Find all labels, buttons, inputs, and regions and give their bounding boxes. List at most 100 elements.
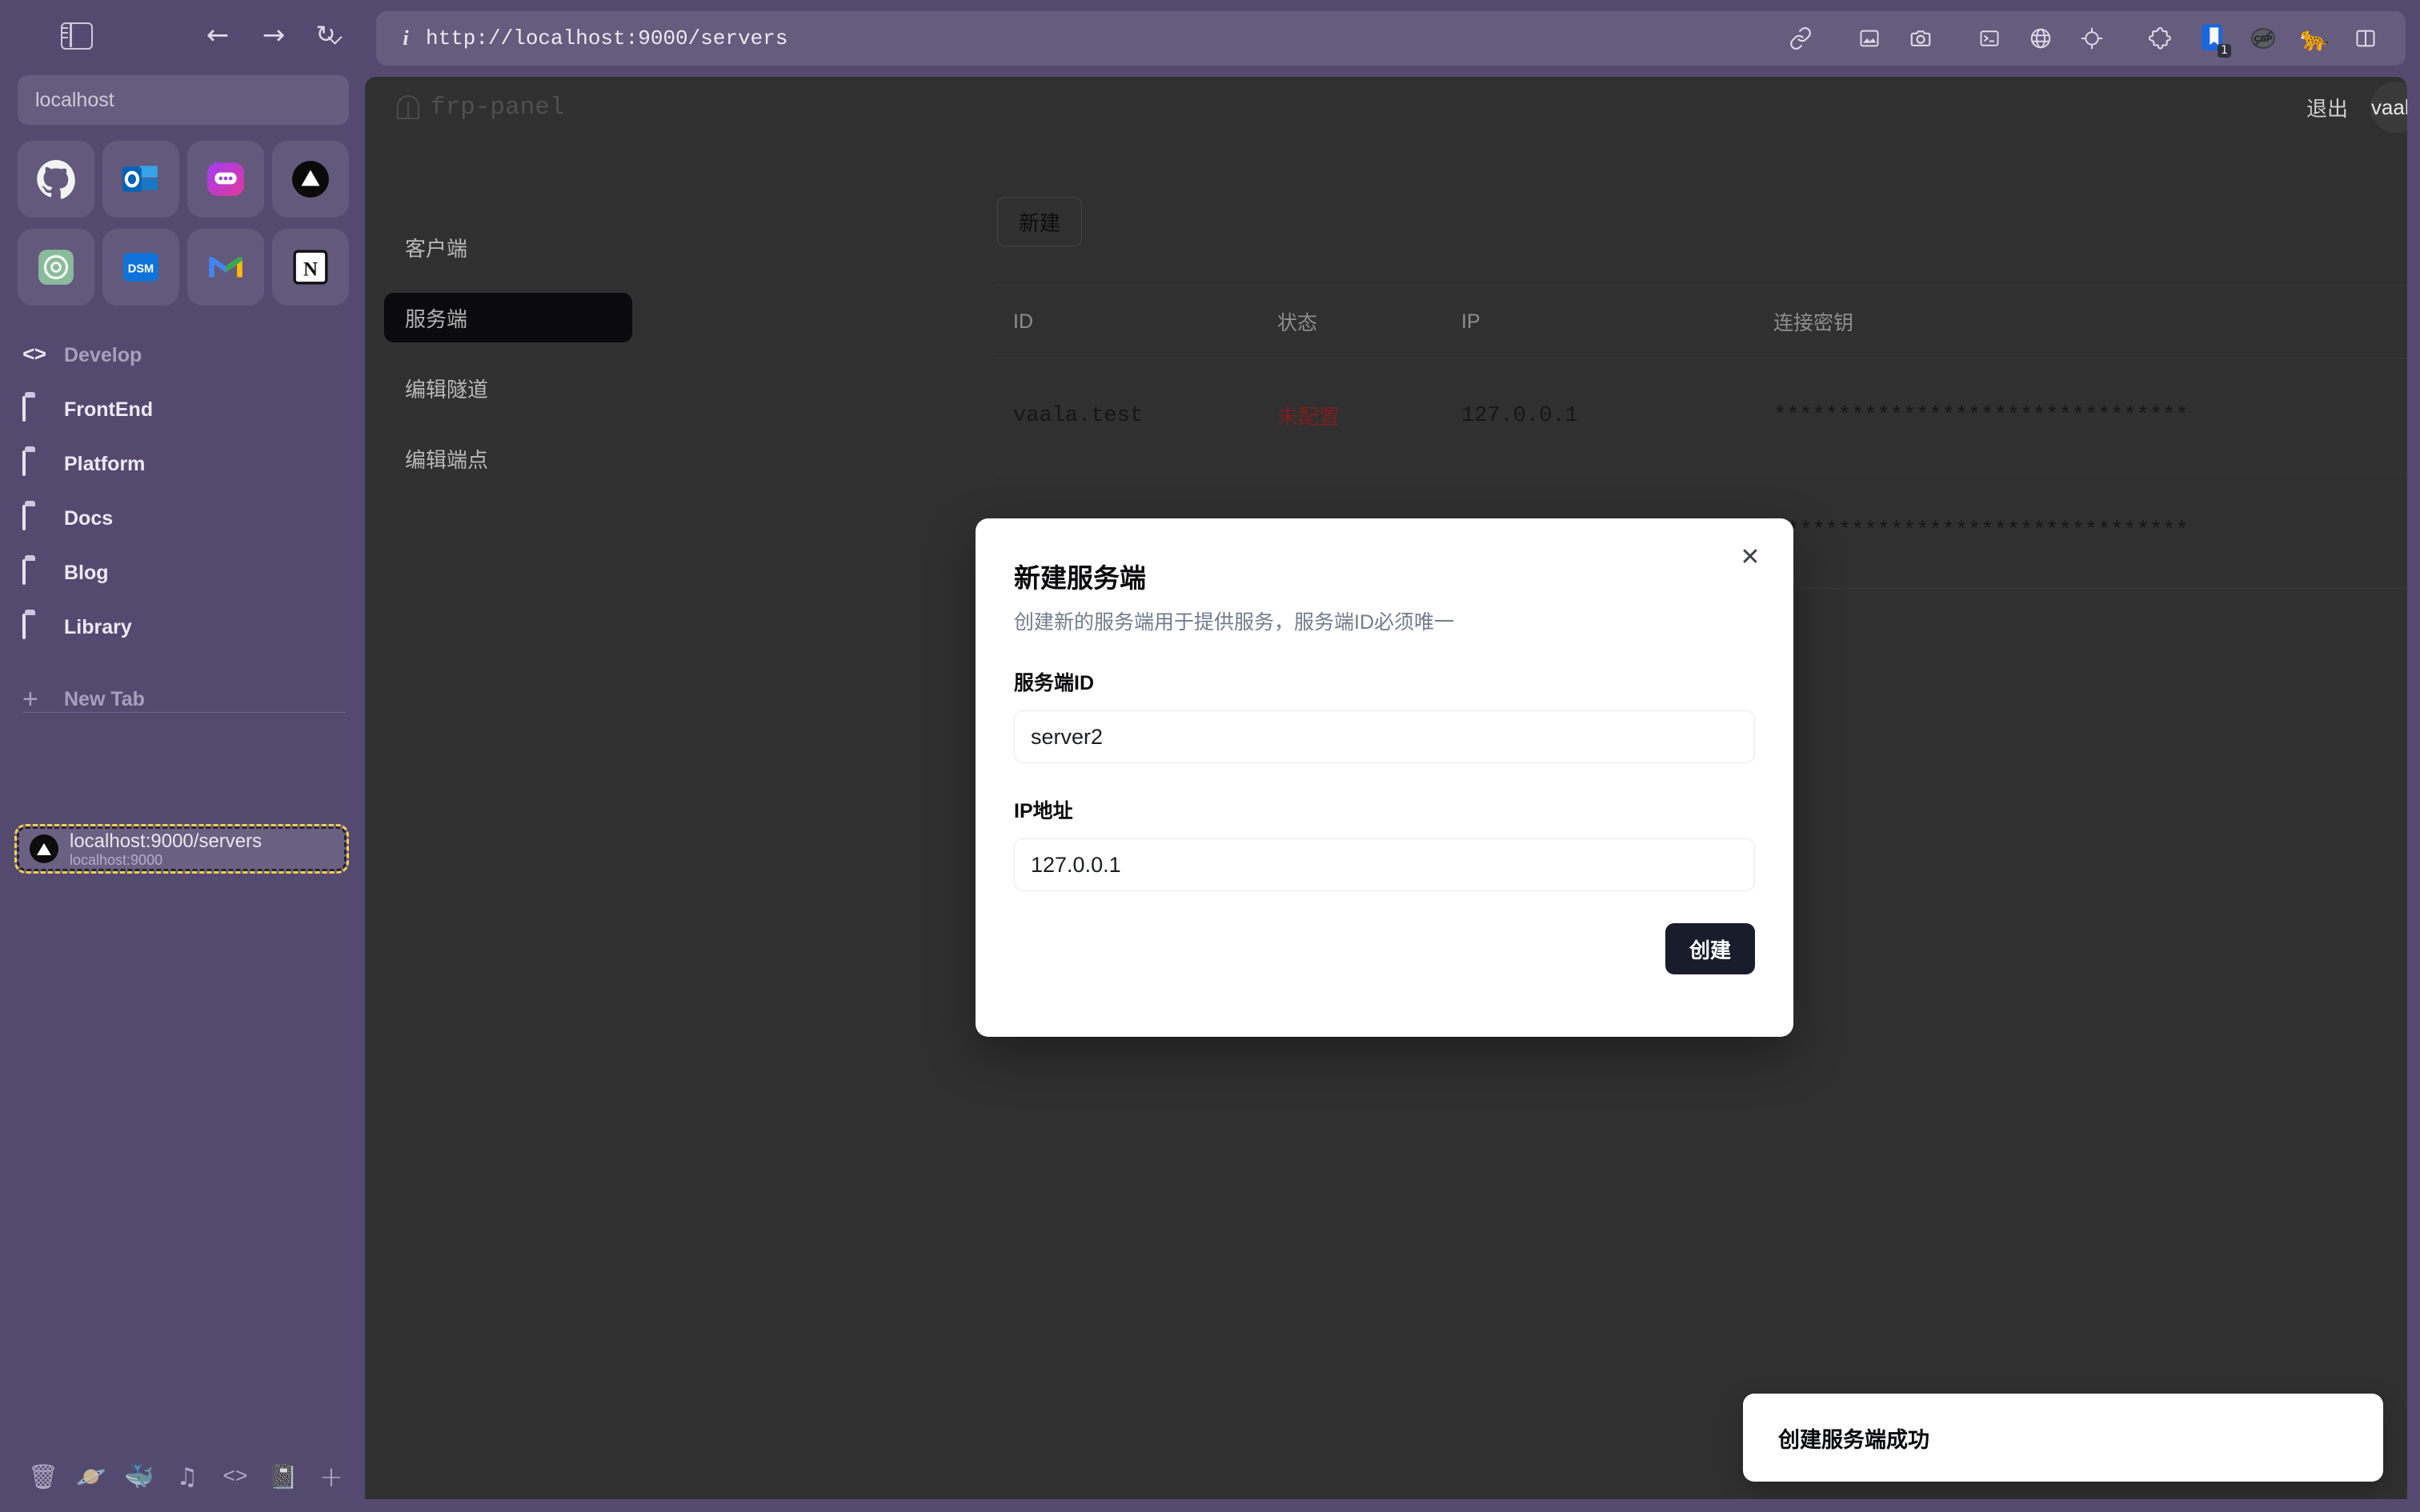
new-server-button[interactable]: 新建 (997, 197, 1082, 246)
code-icon[interactable]: <> (218, 1459, 253, 1494)
svg-text:N: N (303, 258, 318, 280)
link-icon[interactable] (1778, 16, 1823, 61)
chat-icon (206, 159, 246, 199)
image-icon[interactable] (1847, 16, 1892, 61)
csp-icon[interactable]: CSP (2241, 16, 2286, 61)
whale-icon[interactable]: 🐳 (122, 1459, 157, 1494)
terminal-icon[interactable] (1967, 16, 2012, 61)
cell-id: vaala.test (997, 404, 1277, 428)
cat-icon[interactable]: 🐆 (2292, 16, 2337, 61)
gmail-icon (206, 247, 246, 287)
folder-icon (22, 615, 50, 639)
reader-icon[interactable]: 1 (2190, 16, 2234, 61)
status-badge: 未配置 (1277, 401, 1461, 430)
sidebar-item-library[interactable]: Library (8, 600, 360, 654)
globe-icon[interactable] (2018, 16, 2063, 61)
puzzle-icon[interactable] (2138, 16, 2183, 61)
target-icon[interactable] (2069, 16, 2114, 61)
sidebar-item-docs[interactable]: Docs (8, 491, 360, 546)
sidebar-item-label: FrontEnd (64, 398, 153, 422)
sidebar-item-develop[interactable]: <> Develop (8, 328, 360, 382)
notion-icon: N (290, 247, 331, 287)
plus-icon: + (22, 687, 50, 711)
sidebar-item-label: Library (64, 616, 132, 639)
app-tile-openai[interactable] (18, 229, 94, 306)
table-header-row: ID 状态 IP 连接密钥 (997, 285, 2407, 358)
app-tile-github[interactable] (18, 141, 94, 218)
folder-icon (22, 452, 50, 476)
vercel-icon (290, 159, 331, 199)
dialog-actions: 创建 (1014, 923, 1755, 974)
dialog-description: 创建新的服务端用于提供服务，服务端ID必须唯一 (1014, 606, 1755, 635)
app-tile-chat[interactable] (187, 141, 264, 218)
cell-ip: 127.0.0.1 (1461, 404, 1773, 428)
code-icon: <> (22, 343, 50, 367)
new-tab-button[interactable]: + New Tab (8, 672, 360, 726)
sidebar-link-list: <> Develop FrontEnd Platform Docs Blog (8, 328, 360, 726)
github-icon (36, 159, 76, 199)
column-header-id: ID (997, 310, 1277, 334)
sidebar-search-value: localhost (35, 89, 114, 112)
address-bar[interactable]: i http://localhost:9000/servers (376, 11, 2406, 66)
brand[interactable]: frp-panel (397, 94, 564, 122)
book-icon[interactable]: 📓 (266, 1459, 301, 1494)
ip-address-input[interactable] (1014, 838, 1755, 891)
table-row[interactable]: vaala.test 未配置 127.0.0.1 ***************… (997, 358, 2407, 474)
server-id-input[interactable] (1014, 710, 1755, 763)
app-title: frp-panel (431, 94, 564, 122)
nav-item-clients[interactable]: 客户端 (384, 222, 632, 272)
sidebar-toggle-icon[interactable] (61, 22, 93, 50)
nav-item-servers[interactable]: 服务端 (384, 293, 632, 342)
app-tile-gmail[interactable] (187, 229, 264, 306)
toast-notification[interactable]: 创建服务端成功 (1743, 1394, 2383, 1482)
sidebar-toolbar: ← → ↻ (0, 11, 365, 66)
folder-icon (22, 506, 50, 530)
site-info-icon[interactable]: i (397, 26, 415, 50)
folder-icon (22, 561, 50, 585)
browser-sidebar: ← → ↻ localhost (0, 0, 365, 1512)
avatar[interactable]: vaala (2370, 82, 2407, 133)
tab-title: localhost:9000/servers (70, 830, 262, 852)
app-tile-vercel[interactable] (272, 141, 349, 218)
outlook-icon (121, 159, 161, 199)
nav-item-label: 编辑端点 (405, 444, 488, 474)
nav-item-edit-endpoint[interactable]: 编辑端点 (384, 434, 632, 483)
ip-address-label: IP地址 (1014, 795, 1755, 824)
forward-button[interactable]: → (256, 18, 291, 53)
svg-text:DSM: DSM (128, 263, 154, 276)
tab-subtitle: localhost:9000 (70, 852, 262, 868)
server-id-label: 服务端ID (1014, 667, 1755, 696)
sidebar-item-label: Blog (64, 562, 109, 585)
sidebar-item-frontend[interactable]: FrontEnd (8, 382, 360, 437)
sidebar-item-label: Docs (64, 507, 113, 530)
back-button[interactable]: ← (200, 18, 235, 53)
app-tile-dsm[interactable]: DSM (102, 229, 179, 306)
folder-icon (22, 398, 50, 422)
camera-icon[interactable] (1898, 16, 1943, 61)
split-view-icon[interactable] (2343, 16, 2388, 61)
main-content: 新建 ID 状态 IP 连接密钥 vaala.test 未配置 127.0.0.… (997, 197, 2407, 246)
sidebar-search-input[interactable]: localhost (18, 75, 349, 125)
trash-icon[interactable]: 🗑 (26, 1459, 61, 1494)
header-actions: 退出 vaala (2306, 82, 2407, 133)
app-tile-notion[interactable]: N (272, 229, 349, 306)
music-icon[interactable]: ♫ (170, 1459, 205, 1494)
nav-item-label: 编辑隧道 (405, 374, 488, 403)
close-icon[interactable]: ✕ (1734, 541, 1766, 573)
vercel-favicon-icon (30, 834, 58, 863)
cell-secret: ******************************** (1773, 519, 2407, 543)
browser-toolbar: 1 CSP 🐆 (1775, 16, 2406, 61)
sidebar-item-blog[interactable]: Blog (8, 546, 360, 600)
sidebar-item-label: Platform (64, 453, 145, 476)
sidebar-item-platform[interactable]: Platform (8, 437, 360, 491)
browser-window: ← → ↻ localhost (0, 0, 2420, 1512)
nav-item-edit-tunnel[interactable]: 编辑隧道 (384, 363, 632, 413)
tab-item-localhost[interactable]: localhost:9000/servers localhost:9000 (14, 824, 349, 874)
create-button[interactable]: 创建 (1665, 923, 1755, 974)
logout-button[interactable]: 退出 (2306, 93, 2348, 122)
sidebar-divider (22, 712, 346, 713)
frp-logo-icon (397, 95, 419, 119)
planet-icon[interactable]: 🪐 (74, 1459, 109, 1494)
plus-icon[interactable]: + (314, 1459, 349, 1494)
app-tile-outlook[interactable] (102, 141, 179, 218)
